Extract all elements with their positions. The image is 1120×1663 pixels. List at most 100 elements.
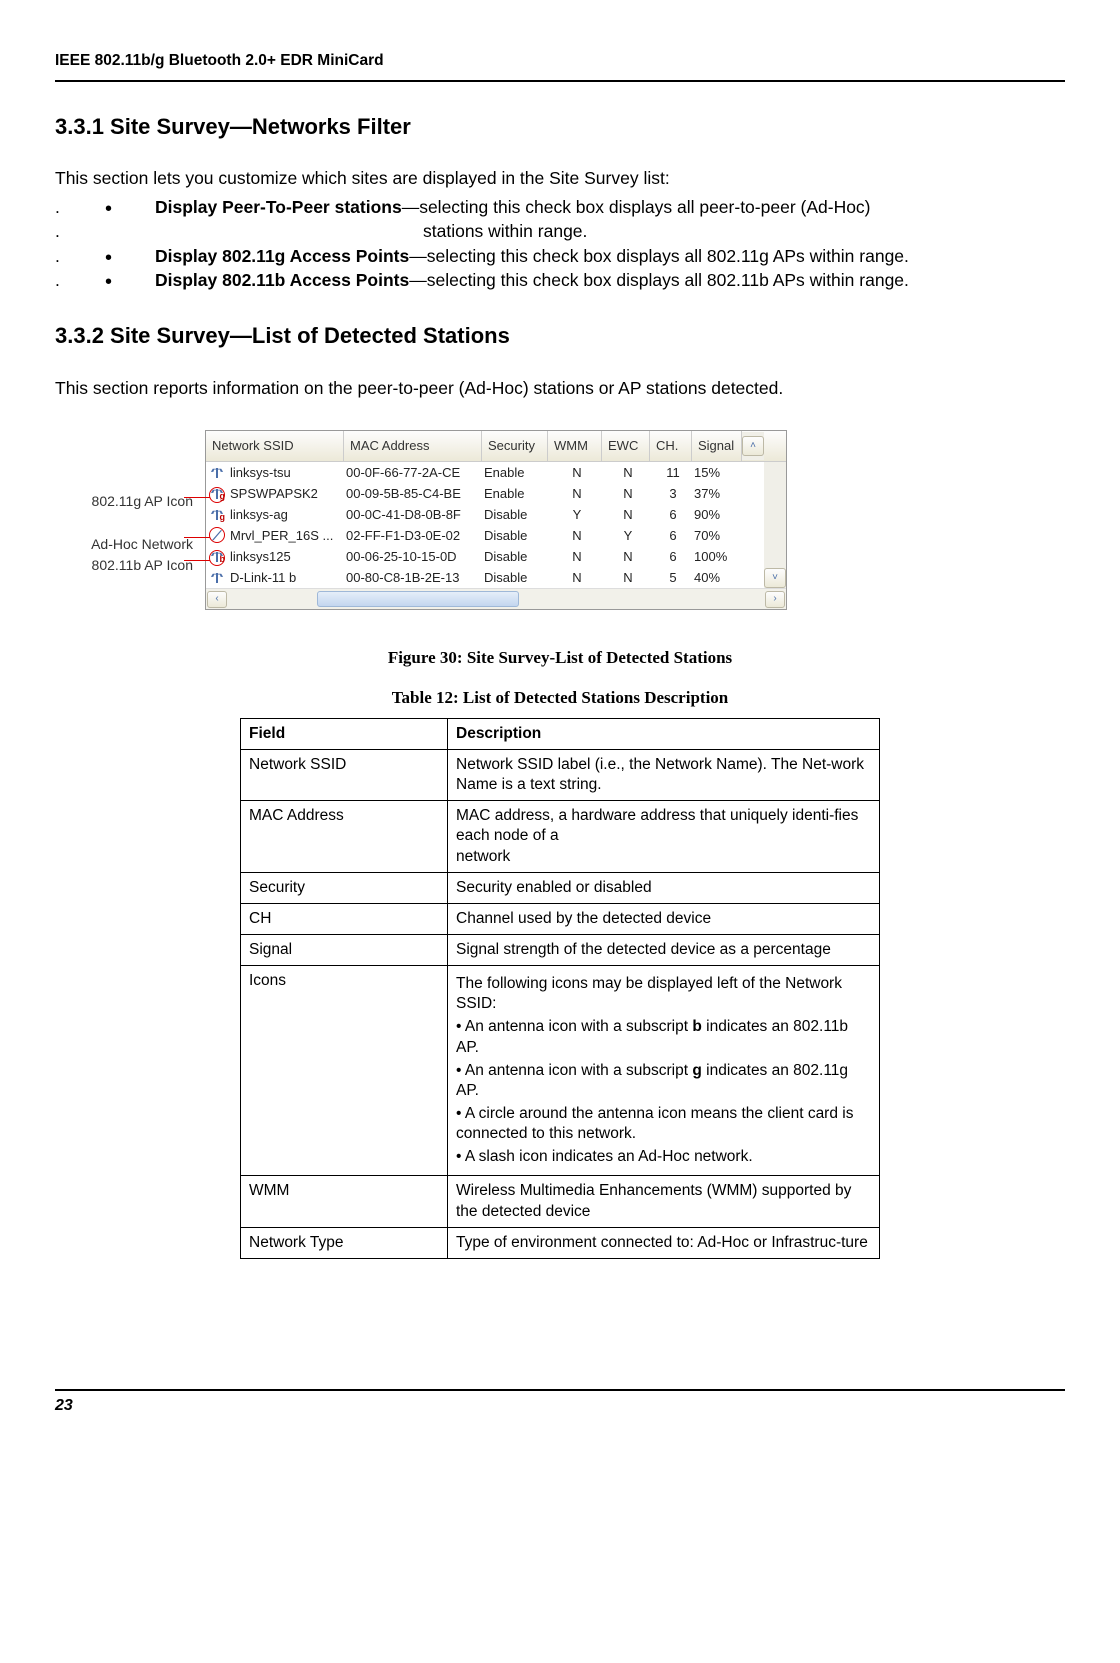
filter-item-bold: Display Peer-To-Peer stations (155, 197, 402, 217)
cell-ewc: Y (604, 527, 652, 545)
cell-ewc: N (604, 569, 652, 587)
cell-wmm: N (550, 527, 604, 545)
cell-ch: 6 (652, 506, 694, 524)
leader-dot: . (55, 195, 73, 220)
cell-mac: 00-0F-66-77-2A-CE (346, 464, 484, 482)
list-row[interactable]: linksys-tsu 00-0F-66-77-2A-CE Enable N N… (206, 462, 764, 483)
list-row[interactable]: Mrvl_PER_16S ... 02-FF-F1-D3-0E-02 Disab… (206, 525, 764, 546)
td-desc: Channel used by the detected device (448, 903, 880, 934)
icons-bullet-slash: • A slash icon indicates an Ad-Hoc netwo… (456, 1147, 871, 1167)
icons-intro: The following icons may be displayed lef… (456, 974, 871, 1014)
section-3-3-2-title: 3.3.2 Site Survey—List of Detected Stati… (55, 321, 1065, 352)
list-row[interactable]: g linksys-ag 00-0C-41-D8-0B-8F Disable Y… (206, 504, 764, 525)
vertical-scrollbar[interactable]: ˅ (764, 462, 786, 588)
filter-item-rest: —selecting this check box displays all 8… (409, 246, 909, 266)
leader-dot: . (55, 219, 73, 244)
th-field: Field (241, 718, 448, 749)
filter-item-11g: . • Display 802.11g Access Points—select… (55, 244, 1065, 269)
scroll-right-button[interactable]: › (765, 591, 785, 608)
td-desc: Network SSID label (i.e., the Network Na… (448, 750, 880, 801)
scroll-left-button[interactable]: ‹ (207, 591, 227, 608)
filter-item-peer: . • Display Peer-To-Peer stations—select… (55, 195, 1065, 220)
list-body: linksys-tsu 00-0F-66-77-2A-CE Enable N N… (206, 462, 764, 588)
leader-dot: . (55, 268, 73, 293)
cell-mac: 02-FF-F1-D3-0E-02 (346, 527, 484, 545)
scroll-thumb[interactable] (317, 591, 519, 607)
antenna-icon (206, 466, 228, 480)
callout-11b: 802.11b AP Icon (55, 555, 193, 576)
th-description: Description (448, 718, 880, 749)
antenna-icon (206, 571, 228, 585)
cell-wmm: N (550, 548, 604, 566)
td-desc: Type of environment connected to: Ad-Hoc… (448, 1227, 880, 1258)
figure-callouts: 802.11g AP Icon Ad-Hoc Network 802.11b A… (55, 430, 193, 576)
filter-item-text: Display 802.11g Access Points—selecting … (155, 244, 1065, 269)
cell-mac: 00-06-25-10-15-0D (346, 548, 484, 566)
scroll-down-button[interactable]: ˅ (764, 568, 786, 588)
td-field: MAC Address (241, 801, 448, 872)
td-field: Network SSID (241, 750, 448, 801)
page-number: 23 (55, 1389, 1065, 1417)
list-row[interactable]: g SPSWPAPSK2 00-09-5B-85-C4-BE Enable N … (206, 483, 764, 504)
cell-sig: 15% (694, 464, 744, 482)
col-header-ch[interactable]: CH. (650, 431, 692, 461)
figure-30: 802.11g AP Icon Ad-Hoc Network 802.11b A… (55, 430, 1065, 610)
cell-wmm: Y (550, 506, 604, 524)
section-3-3-2-intro: This section reports information on the … (55, 376, 1065, 401)
cell-sig: 37% (694, 485, 744, 503)
td-desc: MAC address, a hardware address that uni… (448, 801, 880, 872)
td-desc: Signal strength of the detected device a… (448, 935, 880, 966)
detected-stations-table: Field Description Network SSID Network S… (240, 718, 880, 1259)
col-header-wmm[interactable]: WMM (548, 431, 602, 461)
cell-sec: Disable (484, 527, 550, 545)
scroll-up-button[interactable]: ˄ (742, 432, 764, 460)
horizontal-scrollbar[interactable]: ‹ › (206, 588, 786, 609)
cell-ch: 11 (652, 464, 694, 482)
cell-mac: 00-0C-41-D8-0B-8F (346, 506, 484, 524)
cell-ssid: linksys-ag (228, 506, 346, 524)
cell-wmm: N (550, 569, 604, 587)
section-3-3-1-title: 3.3.1 Site Survey—Networks Filter (55, 112, 1065, 143)
leader-dot: . (55, 244, 73, 269)
bullet-icon: • (73, 248, 155, 268)
cell-ewc: N (604, 506, 652, 524)
td-desc: Wireless Multimedia Enhancements (WMM) s… (448, 1176, 880, 1227)
col-header-ssid[interactable]: Network SSID (206, 431, 344, 461)
cell-ssid: linksys125 (228, 548, 346, 566)
cell-sig: 100% (694, 548, 744, 566)
col-header-signal[interactable]: Signal (692, 431, 742, 461)
td-desc: Security enabled or disabled (448, 872, 880, 903)
td-field: CH (241, 903, 448, 934)
td-field: Signal (241, 935, 448, 966)
cell-ewc: N (604, 485, 652, 503)
cell-ch: 6 (652, 527, 694, 545)
cell-mac: 00-80-C8-1B-2E-13 (346, 569, 484, 587)
cell-ch: 6 (652, 548, 694, 566)
col-header-ewc[interactable]: EWC (602, 431, 650, 461)
list-row[interactable]: D-Link-11 b 00-80-C8-1B-2E-13 Disable N … (206, 567, 764, 588)
td-field: WMM (241, 1176, 448, 1227)
figure-caption: Figure 30: Site Survey-List of Detected … (55, 646, 1065, 670)
antenna-b-icon: b (206, 550, 228, 564)
callout-adhoc: Ad-Hoc Network (55, 534, 193, 555)
icons-bullet-circle: • A circle around the antenna icon means… (456, 1104, 871, 1144)
section-3-3-1-intro: This section lets you customize which si… (55, 166, 1065, 191)
td-field: Security (241, 872, 448, 903)
col-header-security[interactable]: Security (482, 431, 548, 461)
bullet-icon: • (73, 272, 155, 292)
list-header: Network SSID MAC Address Security WMM EW… (206, 431, 786, 462)
filter-item-text: Display Peer-To-Peer stations—selecting … (155, 195, 1065, 220)
filter-item-peer-cont: . stations within range. (55, 219, 1065, 244)
filter-item-rest: —selecting this check box displays all p… (402, 197, 871, 217)
list-row[interactable]: b linksys125 00-06-25-10-15-0D Disable N… (206, 546, 764, 567)
cell-ssid: linksys-tsu (228, 464, 346, 482)
filter-item-text: Display 802.11b Access Points—selecting … (155, 268, 1065, 293)
td-field: Icons (241, 966, 448, 1176)
bullet-icon: • (73, 199, 155, 219)
col-header-mac[interactable]: MAC Address (344, 431, 482, 461)
cell-sec: Disable (484, 506, 550, 524)
filter-item-bold: Display 802.11g Access Points (155, 246, 409, 266)
cell-ewc: N (604, 464, 652, 482)
cell-wmm: N (550, 485, 604, 503)
cell-sec: Disable (484, 548, 550, 566)
